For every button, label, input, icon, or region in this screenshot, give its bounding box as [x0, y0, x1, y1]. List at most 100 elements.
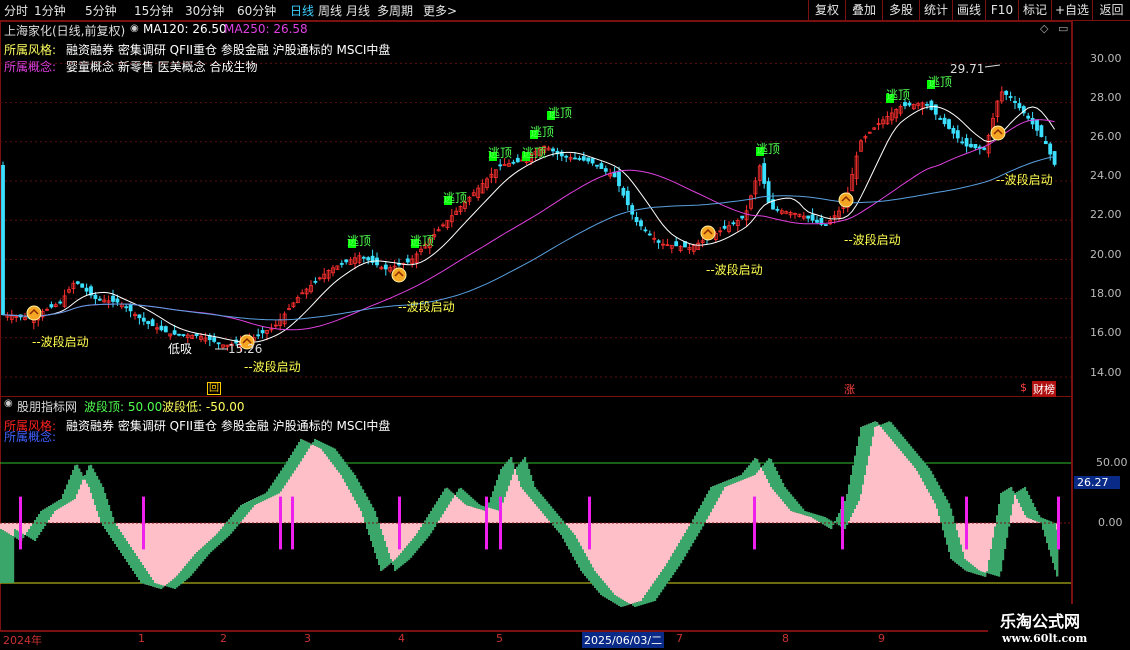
period-tab-60min[interactable]: 60分钟 [237, 2, 276, 19]
osc-pink-bar [404, 523, 407, 549]
candle-body [1030, 118, 1035, 125]
osc-green-bar [984, 572, 987, 577]
osc-green-bar [256, 497, 259, 505]
osc-green-bar [350, 469, 353, 493]
osc-pink-bar [976, 523, 979, 575]
osc-green-bar [162, 585, 165, 588]
osc-pink-bar [618, 523, 621, 606]
osc-green-bar [586, 556, 589, 579]
candle-body [75, 281, 80, 284]
mark-button[interactable]: 标记 [1018, 0, 1051, 20]
osc-green-bar [280, 470, 283, 492]
osc-green-bar [676, 546, 679, 570]
osc-green-bar [550, 506, 553, 523]
osc-pink-bar [636, 523, 639, 603]
osc-green-bar [108, 505, 111, 535]
osc-green-bar [474, 500, 477, 508]
finance-badge[interactable]: 财榜 [1032, 381, 1056, 397]
osc-green-bar [1024, 487, 1027, 515]
osc-green-bar [404, 548, 407, 563]
period-tab-more[interactable]: 更多> [423, 2, 457, 19]
osc-green-bar [636, 602, 639, 607]
osc-green-bar [154, 583, 157, 588]
adjust-button[interactable]: 复权 [808, 0, 845, 20]
osc-pink-bar [212, 523, 215, 538]
band-oscillator[interactable] [0, 396, 1071, 630]
back-button[interactable]: 返回 [1092, 0, 1130, 20]
osc-green-bar [672, 553, 675, 576]
candle-body [969, 143, 973, 148]
limit-up-marker[interactable]: 涨 [844, 381, 855, 397]
statistics-button[interactable]: 统计 [919, 0, 952, 20]
candlestick-chart[interactable] [0, 21, 1071, 395]
osc-green-bar [260, 495, 263, 503]
period-tab-5min[interactable]: 5分钟 [85, 2, 117, 19]
period-tab-15min[interactable]: 15分钟 [134, 2, 173, 19]
osc-pink-bar [352, 496, 355, 523]
period-tab-30min[interactable]: 30分钟 [185, 2, 224, 19]
osc-green-bar [102, 487, 105, 526]
osc-green-bar [800, 506, 803, 514]
osc-green-bar [862, 426, 865, 485]
osc-pink-bar [634, 523, 637, 603]
osc-green-bar [658, 575, 661, 596]
osc-green-bar [430, 511, 433, 534]
period-tab-monthly[interactable]: 月线 [346, 2, 370, 19]
candle-body [194, 333, 199, 337]
period-tab-weekly[interactable]: 周线 [318, 2, 342, 19]
osc-green-bar [876, 422, 879, 427]
osc-pink-bar [350, 493, 353, 523]
osc-green-bar [560, 518, 563, 535]
return-marker-icon[interactable]: 回 [207, 382, 221, 395]
osc-green-bar [212, 537, 215, 551]
period-tab-daily[interactable]: 日线 [290, 2, 314, 19]
add-watchlist-button[interactable]: +自选 [1051, 0, 1092, 20]
osc-green-bar [0, 529, 3, 583]
period-tab-intraday[interactable]: 分时 [4, 2, 28, 19]
osc-pink-bar [662, 523, 665, 570]
osc-pink-bar [476, 508, 479, 523]
osc-green-bar [794, 499, 797, 513]
osc-green-bar [768, 458, 771, 483]
osc-green-bar [962, 551, 965, 569]
osc-green-bar [628, 603, 631, 605]
period-tab-multi[interactable]: 多周期 [377, 2, 413, 19]
osc-pink-bar [630, 523, 633, 604]
osc-green-bar [820, 515, 823, 523]
period-tab-1min[interactable]: 1分钟 [34, 2, 66, 19]
osc-green-bar [32, 523, 35, 540]
osc-green-bar [428, 514, 431, 537]
osc-green-bar [796, 501, 799, 513]
osc-green-bar [788, 491, 791, 509]
osc-green-bar [378, 523, 381, 565]
osc-green-bar [310, 443, 313, 446]
candle-body [564, 155, 569, 158]
osc-green-bar [632, 603, 635, 606]
osc-green-bar [774, 467, 777, 492]
osc-green-bar [960, 544, 963, 567]
candle-body [625, 190, 630, 206]
finance-marker-icon[interactable]: $ [1020, 381, 1027, 394]
candle-body [181, 334, 186, 336]
multi-stock-button[interactable]: 多股 [882, 0, 919, 20]
candle-body [515, 157, 520, 163]
osc-green-bar [608, 587, 611, 600]
escape-top-label: 逃顶 [410, 234, 435, 248]
osc-pink-bar [658, 523, 661, 576]
osc-pink-bar [12, 523, 15, 537]
osc-green-bar [852, 465, 855, 513]
osc-green-bar [248, 501, 251, 513]
osc-green-bar [22, 533, 25, 538]
osc-green-bar [640, 601, 643, 606]
draw-line-button[interactable]: 画线 [952, 0, 985, 20]
overlay-button[interactable]: 叠加 [845, 0, 882, 20]
osc-green-bar [548, 503, 551, 521]
osc-pink-bar [454, 495, 457, 523]
osc-pink-bar [538, 508, 541, 523]
osc-green-bar [216, 533, 219, 547]
osc-pink-bar [306, 441, 309, 523]
f10-button[interactable]: F10 [985, 0, 1018, 20]
osc-pink-bar [316, 446, 319, 523]
osc-green-bar [320, 441, 323, 449]
launch-coin-icon [990, 125, 1006, 141]
